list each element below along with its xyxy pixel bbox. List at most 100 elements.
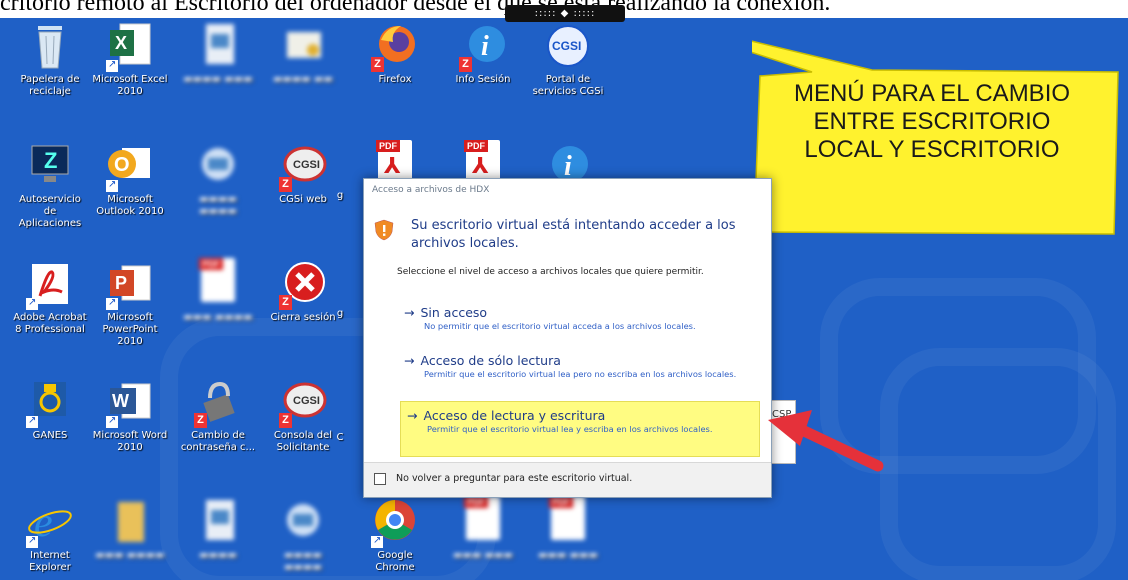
icon-label-blurred: ▬▬▬ ▬▬▬▬ — [183, 312, 253, 323]
desktop-icon-blurred[interactable]: PDF ▬▬▬ ▬▬▬ — [530, 496, 606, 562]
desktop-icon-blurred[interactable]: ▬▬▬▬ ▬▬▬▬ — [180, 140, 256, 218]
icon-label: Microsoft Outlook 2010 — [96, 194, 164, 217]
icon-label-blurred: ▬▬▬▬ ▬▬▬▬ — [284, 550, 322, 573]
network-icon — [194, 140, 242, 192]
desktop-icon-cambio-contrasena[interactable]: Z Cambio de contraseña c... — [180, 376, 256, 454]
desktop-icon-acrobat[interactable]: Adobe Acrobat 8 Professional — [12, 258, 88, 336]
ganes-icon — [26, 376, 74, 428]
icon-label: Firefox — [378, 74, 412, 85]
icon-label-blurred: ▬▬▬▬ ▬▬ — [273, 74, 333, 85]
desktop-icon-info-sesion[interactable]: i Z Info Sesión — [445, 20, 521, 86]
option-description: Permitir que el escritorio virtual lea p… — [424, 369, 737, 379]
icon-label: Microsoft Excel 2010 — [92, 74, 168, 97]
desktop-icon-autoservicio[interactable]: Z Autoservicio de Aplicaciones — [12, 140, 88, 230]
network-icon — [279, 496, 327, 548]
powerpoint-icon: P — [106, 258, 154, 310]
desktop-icon-blurred[interactable]: ▬▬▬▬ ▬▬ — [265, 20, 341, 86]
icon-label-blurred: ▬▬▬ ▬▬▬ — [453, 550, 513, 561]
icon-label: Internet Explorer — [29, 550, 71, 573]
icon-label: Info Sesión — [455, 74, 511, 85]
arrow-right-icon: → — [404, 305, 415, 320]
dialog-title: Acceso a archivos de HDX — [372, 185, 490, 195]
desktop-icon-excel[interactable]: X Microsoft Excel 2010 — [92, 20, 168, 98]
desktop-icon-recycle-bin[interactable]: Papelera de reciclaje — [12, 20, 88, 98]
option-read-write[interactable]: → Acceso de lectura y escritura Permitir … — [400, 401, 760, 457]
desktop-icon-outlook[interactable]: O Microsoft Outlook 2010 — [92, 140, 168, 218]
internet-explorer-icon: e — [26, 496, 74, 548]
icon-label: Adobe Acrobat 8 Professional — [13, 312, 87, 335]
svg-text:W: W — [112, 391, 129, 411]
cgsi-globe-icon: CGSI — [544, 20, 592, 72]
desktop-icon-firefox[interactable]: Z Firefox — [357, 20, 433, 86]
padlock-icon: Z — [194, 376, 242, 428]
desktop-icon-blurred[interactable]: ▬▬▬▬ ▬▬▬▬ — [265, 496, 341, 574]
close-icon: Z — [279, 258, 327, 310]
truncated-icon-label: g — [336, 308, 344, 319]
icon-label-blurred: ▬▬▬ ▬▬▬ — [538, 550, 598, 561]
icon-label: Microsoft Word 2010 — [92, 430, 168, 453]
red-arrow-annotation — [768, 410, 884, 472]
desktop-icon-blurred[interactable]: ▬▬▬▬ — [180, 496, 256, 562]
desktop-icon-internet-explorer[interactable]: e Internet Explorer — [12, 496, 88, 574]
icon-label-blurred: ▬▬▬▬ ▬▬▬▬ — [199, 194, 237, 217]
desktop-switch-toolbar[interactable]: ::::: ◆ ::::: — [505, 5, 625, 22]
icon-label: GANES — [32, 430, 68, 441]
desktop-icon-powerpoint[interactable]: P Microsoft PowerPoint 2010 — [92, 258, 168, 348]
pdf-icon: PDF — [544, 496, 592, 548]
option-read-only[interactable]: → Acceso de sólo lectura Permitir que el … — [404, 353, 759, 380]
dialog-subheading: Seleccione el nivel de acceso a archivos… — [397, 267, 704, 277]
shield-warning-icon — [374, 219, 394, 241]
icon-label: Microsoft PowerPoint 2010 — [102, 312, 158, 347]
recycle-bin-icon — [26, 20, 74, 72]
certificate-icon — [279, 20, 327, 72]
desktop-icon-blurred[interactable]: PDF ▬▬▬ ▬▬▬▬ — [180, 258, 256, 324]
desktop-icon-chrome[interactable]: Google Chrome — [357, 496, 433, 574]
svg-text:CGSI: CGSI — [293, 159, 320, 171]
hdx-file-access-dialog: Acceso a archivos de HDX Su escritorio v… — [363, 178, 772, 498]
arrow-right-icon: → — [407, 408, 418, 423]
arrow-right-icon: → — [404, 353, 415, 368]
icon-label: Google Chrome — [375, 550, 415, 573]
document-icon — [194, 496, 242, 548]
desktop-icon-word[interactable]: W Microsoft Word 2010 — [92, 376, 168, 454]
svg-text:O: O — [114, 154, 130, 176]
svg-text:CGSI: CGSI — [293, 395, 320, 407]
monitor-icon: Z — [26, 140, 74, 192]
info-icon: i Z — [459, 20, 507, 72]
icon-label: Portal de servicios CGSi — [532, 74, 604, 97]
excel-icon: X — [106, 20, 154, 72]
icon-label-blurred: ▬▬▬▬ — [199, 550, 237, 561]
outlook-icon: O — [106, 140, 154, 192]
desktop-icon-blurred[interactable]: PDF ▬▬▬ ▬▬▬ — [445, 496, 521, 562]
icon-label: Cambio de contraseña c... — [180, 430, 256, 453]
desktop-icon-blurred[interactable]: ▬▬▬▬ ▬▬▬ — [180, 20, 256, 86]
icon-label-blurred: ▬▬▬▬ ▬▬▬ — [183, 74, 253, 85]
truncated-icon-label: C — [336, 432, 344, 443]
checkbox-label: No volver a preguntar para este escritor… — [396, 473, 633, 484]
svg-text:Z: Z — [44, 148, 57, 173]
pdf-icon: PDF — [459, 496, 507, 548]
icon-label-blurred: ▬▬▬ ▬▬▬▬ — [95, 550, 165, 561]
document-icon — [194, 20, 242, 72]
truncated-icon-label: g — [336, 190, 344, 201]
desktop-icon-portal-cgsi[interactable]: CGSI Portal de servicios CGSi — [530, 20, 606, 98]
svg-text:X: X — [115, 33, 127, 53]
desktop-icon-blurred[interactable]: ▬▬▬ ▬▬▬▬ — [92, 496, 168, 562]
acrobat-icon — [26, 258, 74, 310]
icon-label: Papelera de reciclaje — [20, 74, 80, 97]
dont-ask-checkbox[interactable] — [374, 473, 386, 485]
cgsi-web-icon: CGSI Z — [279, 376, 327, 428]
svg-text:P: P — [115, 273, 127, 293]
option-label: Sin acceso — [420, 305, 488, 320]
option-label: Acceso de lectura y escritura — [423, 408, 606, 423]
svg-text:CGSI: CGSI — [552, 39, 581, 53]
background-shape — [880, 348, 1116, 580]
desktop-icon-ganes[interactable]: GANES — [12, 376, 88, 442]
option-description: No permitir que el escritorio virtual ac… — [424, 321, 696, 331]
option-no-access[interactable]: → Sin acceso No permitir que el escritori… — [404, 305, 759, 332]
cgsi-web-icon: CGSI Z — [279, 140, 327, 192]
svg-text:i: i — [481, 31, 489, 62]
dialog-footer: No volver a preguntar para este escritor… — [364, 462, 771, 497]
word-icon: W — [106, 376, 154, 428]
pdf-icon: PDF — [194, 258, 242, 310]
